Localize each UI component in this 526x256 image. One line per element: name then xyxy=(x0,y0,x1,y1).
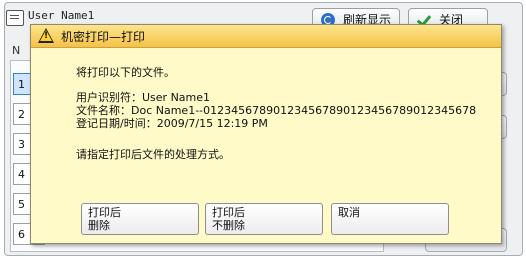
confidential-print-dialog: 机密打印—打印 将打印以下的文件。 用户识别符：User Name1 文件名称：… xyxy=(30,24,502,244)
user-id-line: 用户识别符：User Name1 xyxy=(76,91,211,104)
print-and-delete-button[interactable]: 打印后 删除 xyxy=(81,203,199,235)
document-icon xyxy=(6,10,24,26)
print-and-keep-button[interactable]: 打印后 不删除 xyxy=(205,203,323,235)
dialog-intro: 将打印以下的文件。 xyxy=(76,66,175,79)
button-label-line1: 打印后 xyxy=(212,206,245,219)
list-column-label: N xyxy=(12,44,21,57)
dialog-instruction: 请指定打印后文件的处理方式。 xyxy=(76,148,230,161)
file-name-line: 文件名称：Doc Name1--012345678901234567890123… xyxy=(76,104,477,117)
dialog-title: 机密打印—打印 xyxy=(61,30,146,44)
button-label-line2: 不删除 xyxy=(212,219,245,232)
registered-date-line: 登记日期/时间：2009/7/15 12:19 PM xyxy=(76,117,268,130)
cancel-button[interactable]: 取消 xyxy=(331,203,449,235)
button-label-line2: 删除 xyxy=(88,219,110,232)
cancel-label: 取消 xyxy=(338,206,360,219)
user-name-label: User Name1 xyxy=(28,9,95,22)
dialog-titlebar: 机密打印—打印 xyxy=(31,25,501,48)
warning-icon xyxy=(38,28,54,43)
button-label-line1: 打印后 xyxy=(88,206,121,219)
